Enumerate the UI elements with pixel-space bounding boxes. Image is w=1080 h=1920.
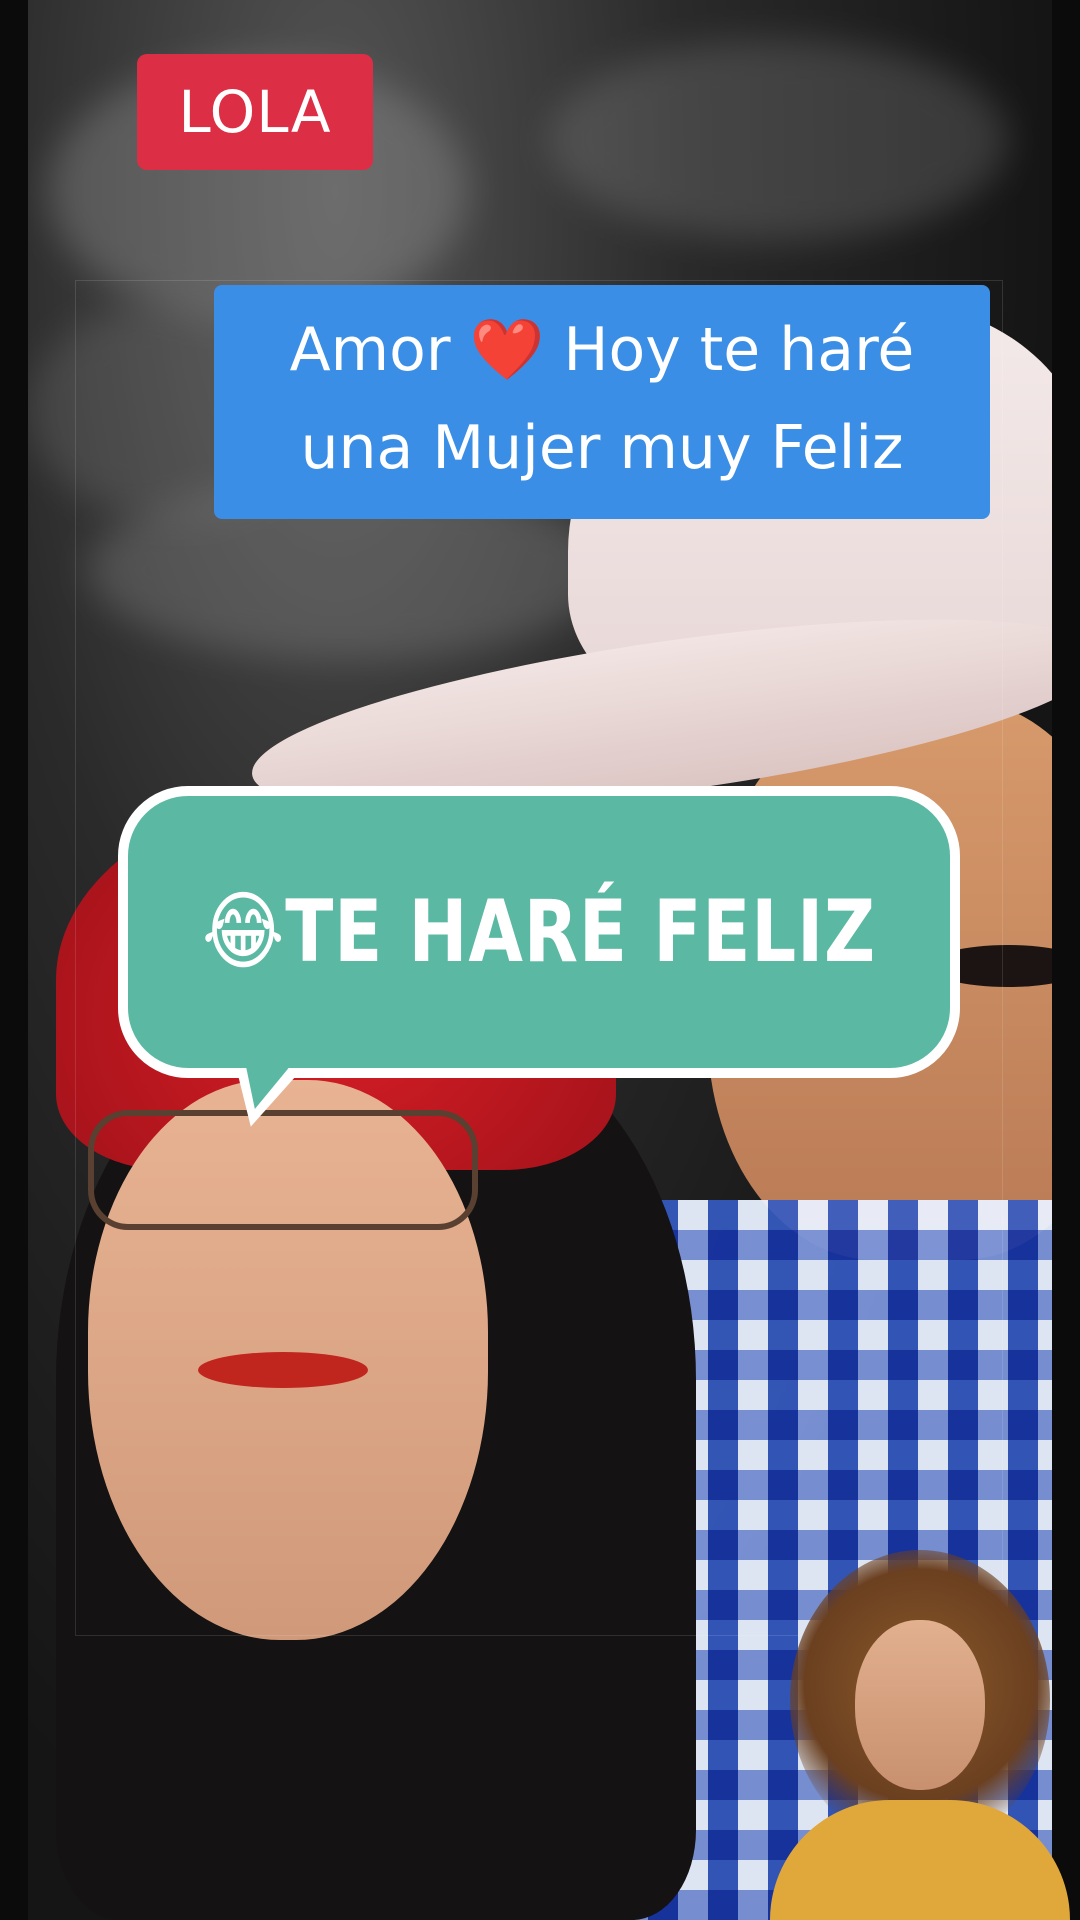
caption-line-1: Amor ❤️ Hoy te haré	[289, 315, 915, 385]
creator-name-tag: LOLA	[137, 54, 373, 170]
caption-line-2: una Mujer muy Feliz	[300, 413, 904, 483]
speech-bubble-text: 😂TE HARÉ FELIZ	[202, 882, 876, 982]
yellow-sweater	[770, 1800, 1070, 1920]
video-frame[interactable]: LOLA Amor ❤️ Hoy te haré una Mujer muy F…	[0, 0, 1080, 1920]
speech-bubble-tail-fill	[233, 1055, 291, 1115]
smoke-effect	[548, 40, 1008, 240]
pip-face	[855, 1620, 985, 1790]
caption-box: Amor ❤️ Hoy te haré una Mujer muy Feliz	[214, 285, 990, 519]
pip-reaction-person	[770, 1550, 1070, 1920]
creator-name-label: LOLA	[178, 78, 332, 146]
speech-bubble: 😂TE HARÉ FELIZ	[118, 786, 960, 1078]
